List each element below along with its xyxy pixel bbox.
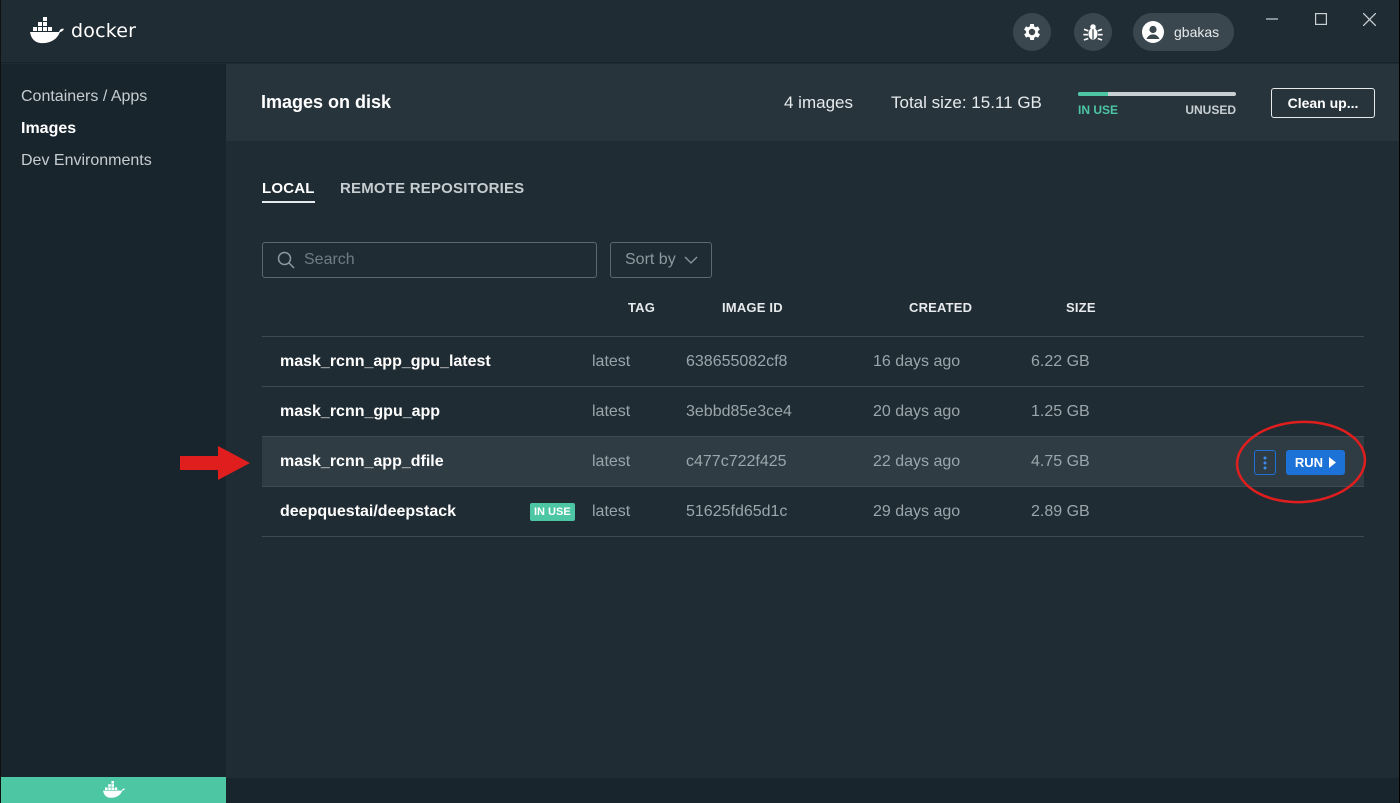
tab-local[interactable]: LOCAL [262, 180, 315, 203]
red-circle-annotation [1235, 420, 1367, 504]
table-row[interactable]: mask_rcnn_app_gpu_latest latest 63865508… [262, 337, 1364, 387]
in-use-badge: IN USE [530, 503, 575, 521]
docker-logo: docker [29, 17, 136, 45]
column-header-image-id[interactable]: IMAGE ID [722, 300, 783, 315]
page-title: Images on disk [261, 92, 392, 112]
status-bar [226, 778, 1399, 803]
image-size: 1.25 GB [1031, 403, 1090, 420]
column-header-created[interactable]: CREATED [909, 300, 972, 315]
image-created: 22 days ago [873, 453, 961, 470]
sidebar-item-containers[interactable]: Containers / Apps [21, 88, 147, 106]
usage-bar-in-use-fill [1078, 92, 1109, 96]
minimize-icon [1266, 18, 1278, 20]
image-created: 29 days ago [873, 503, 961, 520]
title-bar: docker gbakas [1, 0, 1399, 63]
unused-label: UNUSED [1185, 103, 1236, 117]
image-created: 16 days ago [873, 353, 961, 370]
main-content: Images on disk 4 images Total size: 15.1… [226, 64, 1399, 803]
usage-bar [1078, 92, 1236, 96]
maximize-icon [1315, 13, 1327, 25]
sort-by-label: Sort by [625, 251, 676, 268]
image-id: 51625fd65d1c [686, 503, 788, 520]
image-size: 4.75 GB [1031, 453, 1090, 470]
image-created: 20 days ago [873, 403, 961, 420]
image-tag: latest [592, 353, 631, 370]
troubleshoot-button[interactable] [1074, 13, 1112, 51]
username: gbakas [1174, 24, 1220, 40]
docker-whale-icon [30, 17, 64, 44]
disk-usage-meter: IN USE UNUSED [1078, 92, 1236, 117]
image-id: 638655082cf8 [686, 353, 788, 370]
docker-desktop-window: docker gbakas Containers / Apps Images D… [1, 0, 1399, 803]
image-count: 4 images [784, 93, 853, 112]
image-name: deepquestai/deepstack [280, 503, 457, 520]
search-placeholder: Search [304, 251, 355, 268]
close-icon [1362, 12, 1376, 26]
image-name: mask_rcnn_app_dfile [280, 453, 444, 470]
chevron-down-icon [684, 256, 698, 264]
images-header: Images on disk 4 images Total size: 15.1… [226, 64, 1399, 141]
red-arrow-annotation [180, 446, 250, 480]
sidebar-item-images[interactable]: Images [21, 120, 76, 138]
sidebar: Containers / Apps Images Dev Environment… [1, 64, 226, 803]
column-header-size[interactable]: SIZE [1066, 300, 1096, 315]
total-size: Total size: 15.11 GB [891, 93, 1042, 112]
user-avatar-icon [1142, 21, 1164, 43]
image-tag: latest [592, 453, 631, 470]
engine-status-bar[interactable] [1, 777, 226, 803]
brand-wordmark: docker [71, 20, 137, 42]
clean-up-button[interactable]: Clean up... [1271, 88, 1375, 118]
image-name: mask_rcnn_gpu_app [280, 403, 441, 420]
image-id: c477c722f425 [686, 453, 787, 470]
sort-by-dropdown[interactable]: Sort by [610, 242, 712, 278]
table-row[interactable]: deepquestai/deepstack IN USE latest 5162… [262, 487, 1364, 537]
image-size: 6.22 GB [1031, 353, 1090, 370]
column-header-tag[interactable]: TAG [628, 300, 655, 315]
image-size: 2.89 GB [1031, 503, 1090, 520]
image-id: 3ebbd85e3ce4 [686, 403, 792, 420]
image-tag: latest [592, 403, 631, 420]
image-name: mask_rcnn_app_gpu_latest [280, 353, 491, 370]
image-tag: latest [592, 503, 631, 520]
table-row[interactable]: mask_rcnn_gpu_app latest 3ebbd85e3ce4 20… [262, 387, 1364, 437]
account-button[interactable]: gbakas [1133, 13, 1234, 51]
search-icon [277, 251, 295, 269]
bug-icon [1083, 24, 1103, 41]
settings-button[interactable] [1013, 13, 1051, 51]
search-input[interactable]: Search [262, 242, 597, 278]
gear-icon [1024, 24, 1040, 40]
tab-remote-repositories[interactable]: REMOTE REPOSITORIES [340, 180, 524, 201]
in-use-label: IN USE [1078, 103, 1119, 117]
close-button[interactable] [1358, 8, 1380, 30]
maximize-button[interactable] [1310, 8, 1332, 30]
docker-whale-icon [102, 781, 125, 798]
table-row-hovered[interactable]: mask_rcnn_app_dfile latest c477c722f425 … [262, 437, 1364, 487]
minimize-button[interactable] [1261, 8, 1283, 30]
sidebar-item-dev-environments[interactable]: Dev Environments [21, 152, 152, 170]
